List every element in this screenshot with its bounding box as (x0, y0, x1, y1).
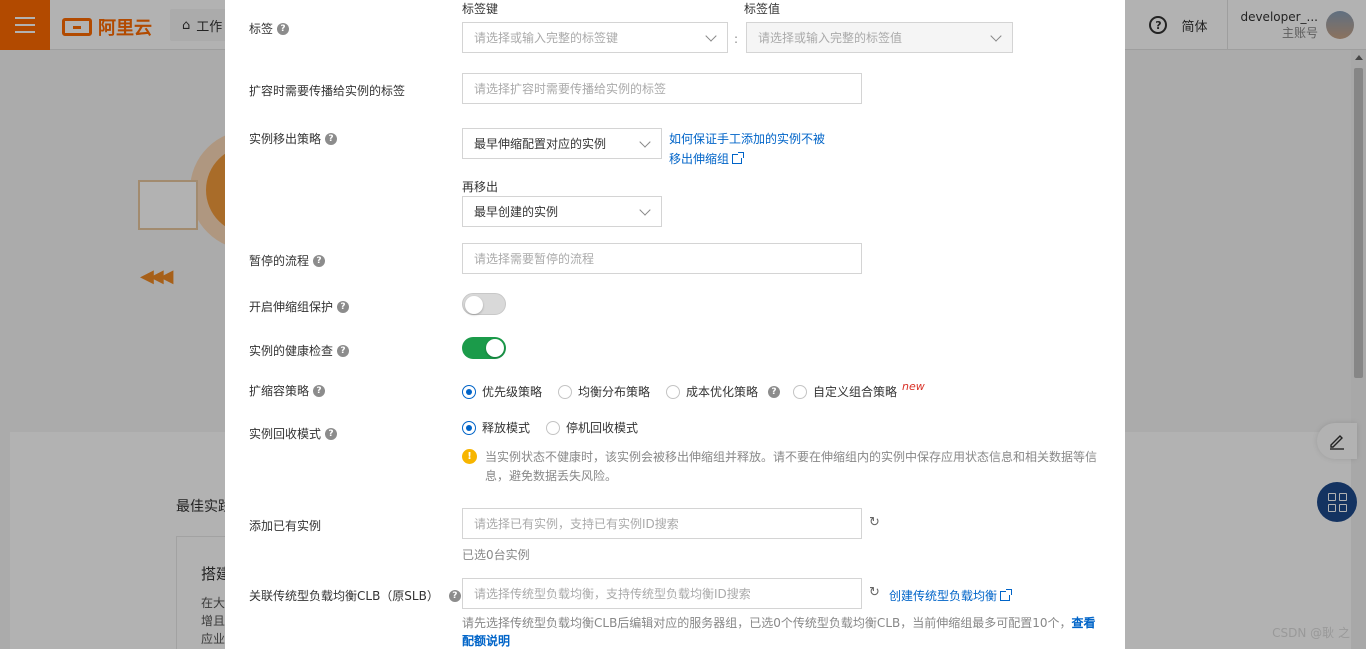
radio-balanced-policy[interactable]: 均衡分布策略 (558, 383, 650, 400)
then-remove-select[interactable]: 最早创建的实例 (462, 196, 662, 227)
propagate-tags-label: 扩容时需要传播给实例的标签 (249, 84, 406, 98)
scaling-group-dialog: 标签? 标签键 标签值 请选择或输入完整的标签键 : 请选择或输入完整的标签值 … (225, 0, 1125, 649)
clb-input[interactable]: 请选择传统型负载均衡，支持传统型负载均衡ID搜索 (462, 578, 862, 609)
chevron-down-icon (990, 30, 1002, 42)
watermark: CSDN @耿 之 (1272, 626, 1350, 640)
selected-instances-count: 已选0台实例 (462, 548, 530, 562)
help-icon[interactable]: ? (277, 22, 290, 35)
add-instances-input[interactable]: 请选择已有实例，支持已有实例ID搜索 (462, 508, 862, 539)
radio-release-mode[interactable]: 释放模式 (462, 419, 530, 436)
tag-key-select[interactable]: 请选择或输入完整的标签键 (462, 22, 728, 53)
clb-note: 请先选择传统型负载均衡CLB后编辑对应的服务器组，已选0个传统型负载均衡CLB，… (462, 616, 1096, 648)
help-icon[interactable]: ? (337, 344, 350, 357)
help-icon[interactable]: ? (313, 384, 326, 397)
clb-label: 关联传统型负载均衡CLB（原SLB）? (249, 587, 461, 604)
help-icon[interactable]: ? (448, 589, 461, 602)
help-icon[interactable]: ? (337, 300, 350, 313)
chevron-down-icon (705, 30, 717, 42)
tags-label: 标签? (249, 20, 290, 37)
chevron-down-icon (639, 136, 651, 148)
recycle-mode-warning: ! 当实例状态不健康时，该实例会被移出伸缩组并释放。请不要在伸缩组内的实例中保存… (462, 448, 1102, 486)
health-check-label: 实例的健康检查? (249, 342, 350, 359)
tag-key-label: 标签键 (462, 2, 499, 16)
recycle-mode-label: 实例回收模式? (249, 425, 338, 442)
add-instances-label: 添加已有实例 (249, 519, 322, 533)
removal-policy-help-link[interactable]: 如何保证手工添加的实例不被 移出伸缩组 (669, 129, 825, 169)
tag-value-select: 请选择或输入完整的标签值 (746, 22, 1013, 53)
help-icon[interactable]: ? (313, 254, 326, 267)
suspended-processes-input[interactable]: 请选择需要暂停的流程 (462, 243, 862, 274)
chevron-down-icon (639, 204, 651, 216)
then-remove-label: 再移出 (462, 180, 499, 194)
radio-cost-optimized-policy[interactable]: 成本优化策略 ? (666, 383, 781, 400)
help-icon[interactable]: ? (325, 427, 338, 440)
health-check-switch[interactable] (462, 337, 506, 359)
create-clb-link[interactable]: 创建传统型负载均衡 (889, 587, 1013, 604)
help-icon[interactable]: ? (325, 132, 338, 145)
new-badge: new (902, 380, 925, 393)
protection-label: 开启伸缩组保护? (249, 298, 350, 315)
radio-stop-mode[interactable]: 停机回收模式 (546, 419, 638, 436)
refresh-icon[interactable]: ↻ (869, 516, 883, 530)
radio-custom-combination-policy[interactable]: 自定义组合策略 (793, 383, 897, 400)
external-link-icon (1000, 589, 1013, 601)
external-link-icon (732, 152, 745, 164)
protection-switch[interactable] (462, 293, 506, 315)
refresh-icon[interactable]: ↻ (869, 586, 883, 600)
tag-value-label: 标签值 (744, 2, 781, 16)
radio-priority-policy[interactable]: 优先级策略 (462, 383, 542, 400)
propagate-tags-input[interactable]: 请选择扩容时需要传播给实例的标签 (462, 73, 862, 104)
scaling-policy-label: 扩缩容策略? (249, 382, 326, 399)
warning-icon: ! (462, 449, 477, 464)
removal-policy-select[interactable]: 最早伸缩配置对应的实例 (462, 128, 662, 159)
suspended-processes-label: 暂停的流程? (249, 252, 326, 269)
help-icon[interactable]: ? (768, 385, 781, 398)
removal-policy-label: 实例移出策略? (249, 130, 338, 147)
